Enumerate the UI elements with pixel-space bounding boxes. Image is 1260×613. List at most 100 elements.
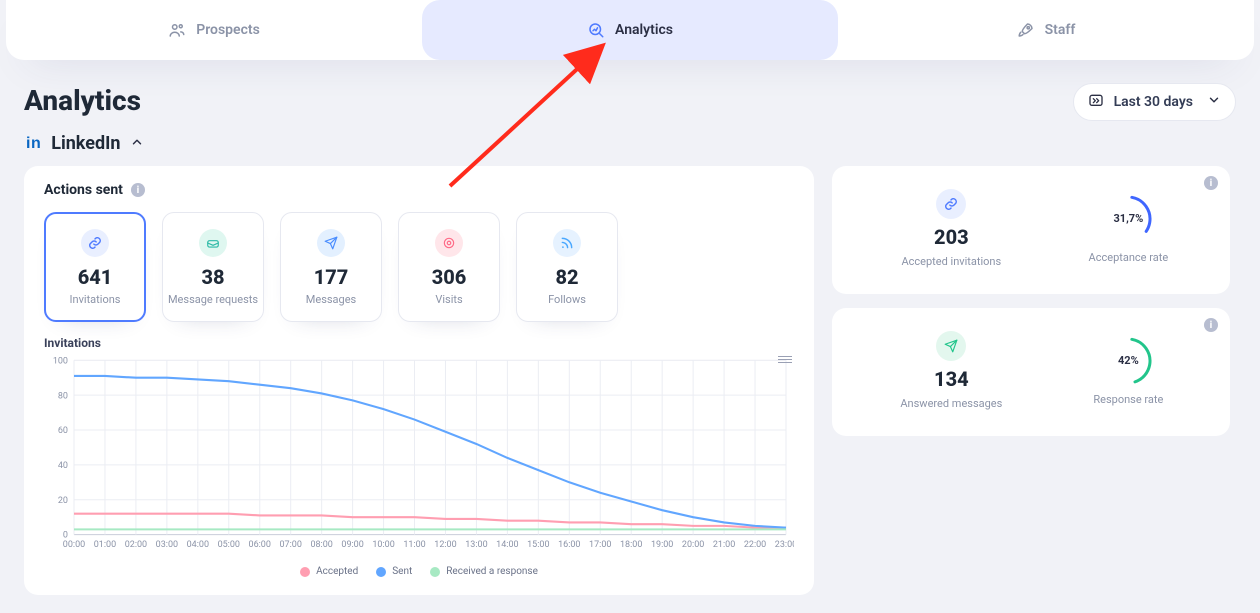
stat-card-invitations[interactable]: 641 Invitations — [44, 212, 146, 322]
stat-card-message_requests[interactable]: 38 Message requests — [162, 212, 264, 322]
stat-value: 641 — [78, 265, 113, 289]
link-icon — [936, 189, 966, 219]
svg-text:60: 60 — [58, 425, 68, 436]
svg-text:80: 80 — [58, 390, 68, 401]
legend-item[interactable]: Received a response — [430, 566, 538, 577]
svg-text:15:00: 15:00 — [527, 539, 549, 550]
stat-label: Follows — [548, 293, 586, 306]
rate-label: Response rate — [1093, 393, 1163, 406]
info-icon[interactable]: i — [1204, 176, 1218, 190]
svg-text:23:00: 23:00 — [775, 539, 794, 550]
section-title: Actions sent — [44, 182, 123, 198]
kpi-sidebar: i203Accepted invitations31,7%Acceptance … — [832, 166, 1230, 436]
rate-percent: 31,7% — [1102, 193, 1154, 245]
stat-label: Invitations — [70, 293, 121, 306]
legend-swatch — [376, 567, 386, 577]
target-icon — [435, 229, 463, 257]
svg-text:05:00: 05:00 — [218, 539, 240, 550]
date-filter-label: Last 30 days — [1114, 94, 1193, 110]
linkedin-icon: in — [26, 135, 41, 153]
kpi-card-accepted: i203Accepted invitations31,7%Acceptance … — [832, 166, 1230, 294]
stat-card-messages[interactable]: 177 Messages — [280, 212, 382, 322]
stat-value: 38 — [201, 265, 224, 289]
chart-legend: Accepted Sent Received a response — [44, 566, 794, 577]
svg-text:08:00: 08:00 — [310, 539, 332, 550]
kpi-label: Answered messages — [900, 397, 1002, 410]
svg-text:03:00: 03:00 — [156, 539, 178, 550]
fastforward-icon — [1088, 92, 1104, 112]
svg-text:20: 20 — [58, 495, 68, 506]
svg-text:20:00: 20:00 — [682, 539, 704, 550]
svg-text:14:00: 14:00 — [496, 539, 518, 550]
stat-card-visits[interactable]: 306 Visits — [398, 212, 500, 322]
svg-text:07:00: 07:00 — [279, 539, 301, 550]
stat-label: Message requests — [168, 293, 258, 306]
svg-text:22:00: 22:00 — [744, 539, 766, 550]
stat-card-follows[interactable]: 82 Follows — [516, 212, 618, 322]
stat-label: Visits — [435, 293, 462, 306]
legend-item[interactable]: Accepted — [300, 566, 358, 577]
svg-text:16:00: 16:00 — [558, 539, 580, 550]
chevron-up-icon — [130, 133, 144, 154]
tab-label: Analytics — [615, 22, 673, 38]
svg-text:04:00: 04:00 — [187, 539, 209, 550]
kpi-card-answered: i 134 Answered messages 42% Response rate — [832, 308, 1230, 436]
svg-text:12:00: 12:00 — [434, 539, 456, 550]
info-icon[interactable]: i — [1204, 318, 1218, 332]
legend-swatch — [300, 567, 310, 577]
chart-title: Invitations — [44, 336, 794, 350]
people-icon — [168, 21, 186, 39]
kpi-value: 134 — [934, 367, 969, 391]
svg-text:100: 100 — [53, 355, 68, 366]
rate-label: Acceptance rate — [1089, 251, 1169, 264]
tab-analytics[interactable]: Analytics — [422, 0, 838, 60]
svg-text:00:00: 00:00 — [63, 539, 85, 550]
stat-value: 306 — [432, 265, 467, 289]
legend-label: Sent — [392, 566, 412, 577]
tab-label: Staff — [1045, 22, 1076, 38]
tab-label: Prospects — [196, 22, 260, 38]
send-icon — [317, 229, 345, 257]
svg-text:18:00: 18:00 — [620, 539, 642, 550]
mailbox-icon — [199, 229, 227, 257]
chevron-down-icon — [1207, 93, 1221, 111]
tab-staff[interactable]: Staff — [838, 0, 1254, 60]
link-icon — [81, 229, 109, 257]
legend-label: Accepted — [316, 566, 358, 577]
actions-sent-card: Actions sent i 641 Invitations 38 Message r… — [24, 166, 814, 595]
svg-text:02:00: 02:00 — [125, 539, 147, 550]
network-collapse-header[interactable]: in LinkedIn — [26, 133, 1236, 154]
svg-text:01:00: 01:00 — [94, 539, 116, 550]
date-filter-button[interactable]: Last 30 days — [1073, 83, 1236, 121]
legend-item[interactable]: Sent — [376, 566, 412, 577]
page-title: Analytics — [24, 84, 141, 117]
rss-icon — [553, 229, 581, 257]
kpi-value: 203 — [934, 225, 969, 249]
svg-text:13:00: 13:00 — [465, 539, 487, 550]
stat-value: 177 — [314, 265, 349, 289]
svg-text:17:00: 17:00 — [589, 539, 611, 550]
tab-prospects[interactable]: Prospects — [6, 0, 422, 60]
svg-text:21:00: 21:00 — [713, 539, 735, 550]
rocket-icon — [1017, 21, 1035, 39]
legend-label: Received a response — [446, 566, 538, 577]
send-icon — [936, 331, 966, 361]
info-icon[interactable]: i — [131, 183, 145, 197]
svg-text:10:00: 10:00 — [372, 539, 394, 550]
chart-menu-icon[interactable] — [778, 356, 792, 363]
svg-text:11:00: 11:00 — [403, 539, 425, 550]
network-name: LinkedIn — [51, 133, 120, 154]
stat-value: 82 — [555, 265, 578, 289]
rate-ring: 31,7% — [1102, 193, 1154, 245]
svg-text:06:00: 06:00 — [249, 539, 271, 550]
rate-ring: 42% — [1102, 335, 1154, 387]
invitations-chart: 02040608010000:0001:0002:0003:0004:0005:… — [44, 354, 794, 564]
search-chart-icon — [587, 21, 605, 39]
rate-percent: 42% — [1102, 335, 1154, 387]
svg-text:40: 40 — [58, 460, 68, 471]
legend-swatch — [430, 567, 440, 577]
stat-label: Messages — [306, 293, 356, 306]
top-nav: Prospects Analytics Staff — [6, 0, 1254, 60]
svg-text:19:00: 19:00 — [651, 539, 673, 550]
svg-text:09:00: 09:00 — [341, 539, 363, 550]
